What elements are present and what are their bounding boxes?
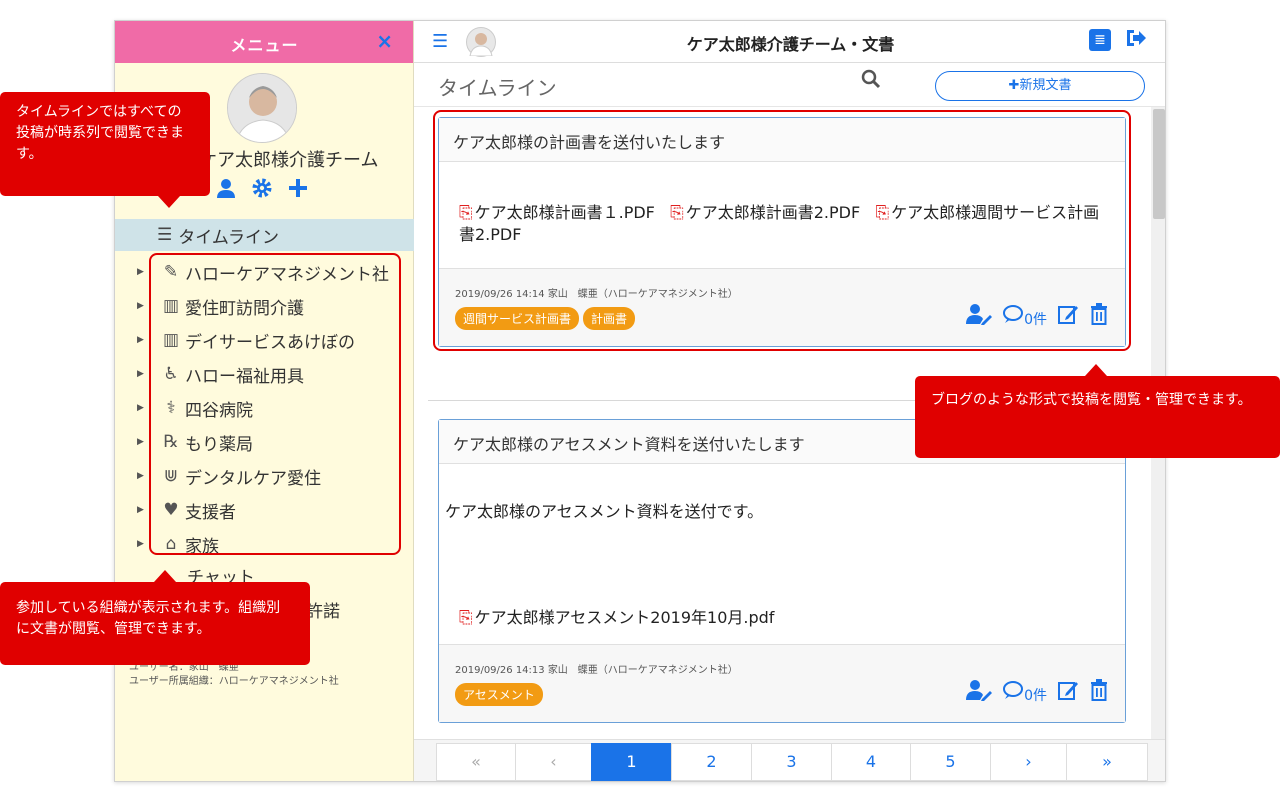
- scrollbar-thumb[interactable]: [1153, 109, 1165, 219]
- post-card: ケア太郎様のアセスメント資料を送付いたします ケア太郎様のアセスメント資料を送付…: [438, 419, 1126, 723]
- callout-orgs: 参加している組織が表示されます。組織別に文書が閲覧、管理できます。: [0, 582, 310, 665]
- post-meta: 2019/09/26 14:13 家山 蝶亜（ハローケアマネジメント社）: [455, 665, 738, 676]
- callout-arrow: [154, 570, 176, 582]
- edit-icon[interactable]: [1057, 679, 1079, 706]
- sidebar-header: メニュー ×: [115, 21, 413, 63]
- plus-icon[interactable]: [287, 177, 309, 205]
- pdf-icon: ⎘: [459, 608, 473, 628]
- user-icon[interactable]: [215, 177, 237, 205]
- screenshot-stage: メニュー × ケア太郎様介護チーム ☰ タイムライン ▶ ✎ ハローケアマネジメ…: [0, 0, 1280, 804]
- page-button-2[interactable]: 2: [671, 743, 752, 781]
- page-button-3[interactable]: 3: [751, 743, 832, 781]
- callout-arrow: [1085, 364, 1107, 376]
- user-org: ユーザー所属組織：ハローケアマネジメント社: [129, 676, 339, 687]
- new-document-button[interactable]: ✚新規文書: [935, 71, 1145, 101]
- comment-count: 0件: [1024, 688, 1047, 704]
- page-button-4[interactable]: 4: [831, 743, 911, 781]
- gear-icon[interactable]: [251, 177, 273, 205]
- user-meta: ユーザー名：家山 蝶亜 ユーザー所属組織：ハローケアマネジメント社: [129, 661, 339, 689]
- sidebar-item-timeline[interactable]: ☰ タイムライン: [115, 219, 414, 251]
- org-list-highlight: [149, 253, 401, 555]
- page-title: ケア太郎様介護チーム・文書: [686, 35, 895, 54]
- page-last-button[interactable]: »: [1066, 743, 1148, 781]
- callout-arrow: [158, 196, 180, 208]
- logout-icon[interactable]: [1125, 27, 1147, 54]
- post-highlight: [433, 110, 1131, 351]
- comment-button[interactable]: 0件: [1002, 680, 1047, 705]
- page-next-button[interactable]: ›: [990, 743, 1067, 781]
- callout-blog: ブログのような形式で投稿を閲覧・管理できます。: [915, 376, 1280, 458]
- page-prev-button[interactable]: ‹: [515, 743, 592, 781]
- tag-list: アセスメント: [455, 683, 543, 706]
- close-icon[interactable]: ×: [376, 29, 393, 53]
- search-icon[interactable]: [861, 69, 881, 94]
- pagination: « ‹ 1 2 3 4 5 › »: [414, 739, 1165, 781]
- list-icon: ☰: [157, 225, 173, 245]
- team-tools: [215, 177, 309, 205]
- attachment-link[interactable]: ⎘ ケア太郎様アセスメント2019年10月.pdf: [445, 604, 1119, 628]
- post-text: ケア太郎様のアセスメント資料を送付です。: [445, 502, 764, 521]
- sidebar-title: メニュー: [230, 36, 299, 55]
- team-avatar: [227, 73, 297, 143]
- post-footer: 2019/09/26 14:13 家山 蝶亜（ハローケアマネジメント社） アセス…: [439, 644, 1125, 722]
- page-first-button[interactable]: «: [436, 743, 516, 781]
- post-actions: 0件: [966, 679, 1109, 706]
- post-body: ケア太郎様のアセスメント資料を送付です。 ⎘ ケア太郎様アセスメント2019年10…: [439, 464, 1125, 628]
- callout-timeline: タイムラインではすべての投稿が時系列で閲覧できます。: [0, 92, 210, 196]
- top-bar: ☰ ケア太郎様介護チーム・文書 ≣: [414, 21, 1165, 63]
- tag-badge[interactable]: アセスメント: [455, 683, 543, 706]
- section-title: タイムライン: [438, 76, 557, 100]
- sidebar-item-label: タイムライン: [178, 227, 280, 248]
- page-button-1[interactable]: 1: [591, 743, 672, 781]
- list-view-icon[interactable]: ≣: [1089, 29, 1111, 51]
- sub-bar: タイムライン ✚新規文書: [414, 63, 1165, 107]
- user-edit-icon[interactable]: [966, 679, 993, 706]
- trash-icon[interactable]: [1089, 679, 1109, 706]
- page-button-5[interactable]: 5: [910, 743, 991, 781]
